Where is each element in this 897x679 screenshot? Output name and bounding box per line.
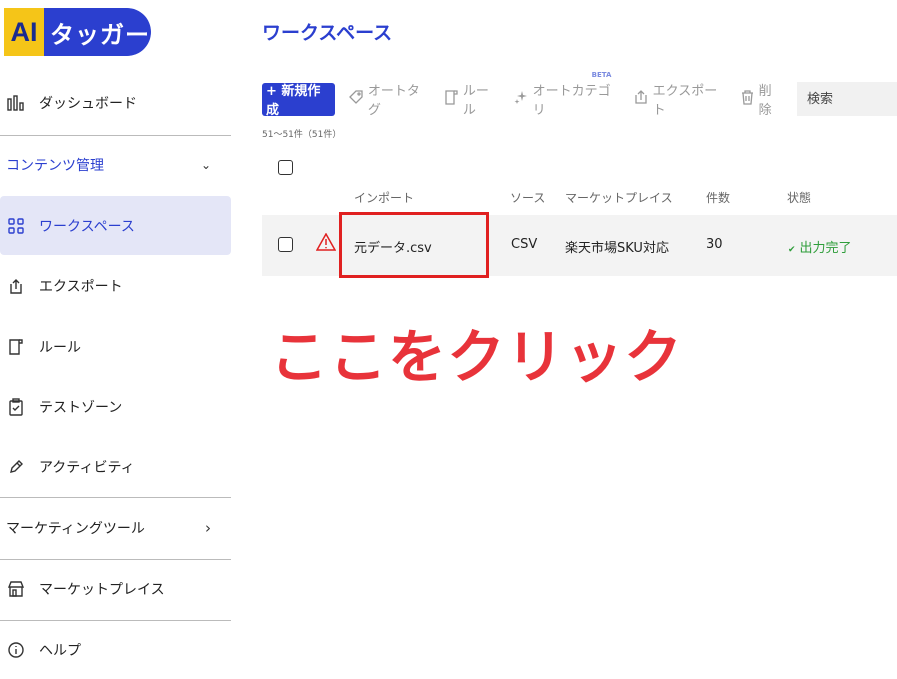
sidebar-item-label: エクスポート [39, 279, 123, 295]
row-status: ✔ 出力完了 [788, 237, 852, 256]
divider [0, 135, 231, 136]
sidebar: AI タッガー ダッシュボード コンテンツ管理 ⌄ ワークスペース エクスポート… [0, 0, 232, 679]
row-count: 30 [706, 237, 723, 252]
sidebar-section-marketing-tools[interactable]: マーケティングツール › [0, 511, 231, 545]
sidebar-item-workspace[interactable]: ワークスペース [0, 196, 231, 255]
select-all-checkbox[interactable] [278, 160, 293, 175]
export-label: エクスポート [652, 84, 718, 118]
trash-icon [741, 89, 754, 109]
sidebar-item-label: ダッシュボード [39, 96, 137, 112]
clipboard-check-icon [5, 396, 27, 418]
column-header-source: ソース [510, 191, 546, 205]
new-button[interactable]: + 新規作成 [262, 82, 335, 118]
column-header-import: インポート [354, 191, 415, 205]
sidebar-item-label: ヘルプ [39, 643, 81, 659]
divider [0, 559, 231, 560]
logo-name: タッガー [44, 8, 151, 56]
delete-button[interactable]: 削除 [741, 80, 783, 118]
autocategory-button[interactable]: オートカテゴリ BETA [514, 71, 620, 118]
column-header-count: 件数 [706, 191, 731, 205]
grid-icon [5, 215, 27, 237]
sidebar-item-help[interactable]: ヘルプ [0, 634, 231, 666]
delete-label: 削除 [758, 84, 772, 118]
annotation-text: ここをクリック [270, 323, 684, 391]
document-icon [5, 336, 27, 358]
result-count: 51～51件（51件） [262, 130, 342, 140]
page-title: ワークスペース [262, 22, 393, 44]
column-header-status: 状態 [787, 191, 812, 205]
document-icon [444, 89, 458, 109]
sidebar-item-testzone[interactable]: テストゾーン [0, 391, 231, 423]
rules-button[interactable]: ルール [444, 80, 500, 118]
row-marketplace: 楽天市場SKU対応 [565, 241, 669, 256]
row-status-label: 出力完了 [799, 241, 852, 256]
toolbar: + 新規作成 オートタグ ルール オートカテゴリ BETA エクスポート 削除 [262, 71, 897, 118]
logo-ai-mark: AI [4, 8, 44, 56]
annotation-highlight-box [339, 212, 489, 278]
chevron-down-icon: ⌄ [200, 158, 211, 172]
chevron-right-icon: › [205, 519, 211, 537]
sidebar-item-dashboard[interactable]: ダッシュボード [0, 86, 231, 120]
export-icon [634, 90, 648, 108]
section-label: マーケティングツール [6, 521, 145, 537]
warning-icon [315, 232, 337, 255]
pencil-icon [5, 456, 27, 478]
bar-chart-icon [5, 92, 27, 114]
sidebar-item-export[interactable]: エクスポート [0, 270, 231, 302]
beta-badge: BETA [591, 71, 612, 79]
info-icon [5, 639, 27, 661]
sidebar-section-content-management[interactable]: コンテンツ管理 ⌄ [0, 148, 231, 182]
divider [0, 620, 231, 621]
row-source: CSV [511, 237, 538, 252]
search-input[interactable] [797, 82, 897, 116]
rules-label: ルール [462, 84, 489, 118]
section-label: コンテンツ管理 [6, 158, 104, 174]
sidebar-item-activity[interactable]: アクティビティ [0, 451, 231, 483]
divider [0, 497, 231, 498]
check-icon: ✔ [788, 245, 796, 255]
store-icon [5, 578, 27, 600]
autotag-button[interactable]: オートタグ [349, 80, 430, 118]
sidebar-item-label: マーケットプレイス [39, 582, 165, 598]
row-checkbox[interactable] [278, 237, 293, 252]
sidebar-item-rules[interactable]: ルール [0, 331, 231, 363]
sidebar-item-label: アクティビティ [39, 460, 135, 476]
sidebar-item-marketplace[interactable]: マーケットプレイス [0, 573, 231, 605]
sparkle-icon [514, 90, 528, 108]
sidebar-item-label: ルール [39, 340, 81, 356]
column-header-marketplace: マーケットプレイス [565, 191, 673, 205]
tag-icon [349, 90, 363, 108]
sidebar-item-label: テストゾーン [39, 400, 123, 416]
sidebar-item-label: ワークスペース [39, 218, 135, 235]
autocategory-label: オートカテゴリ [532, 84, 611, 118]
export-button[interactable]: エクスポート [634, 80, 727, 118]
autotag-label: オートタグ [367, 84, 420, 118]
app-logo[interactable]: AI タッガー [4, 8, 151, 56]
export-icon [5, 275, 27, 297]
